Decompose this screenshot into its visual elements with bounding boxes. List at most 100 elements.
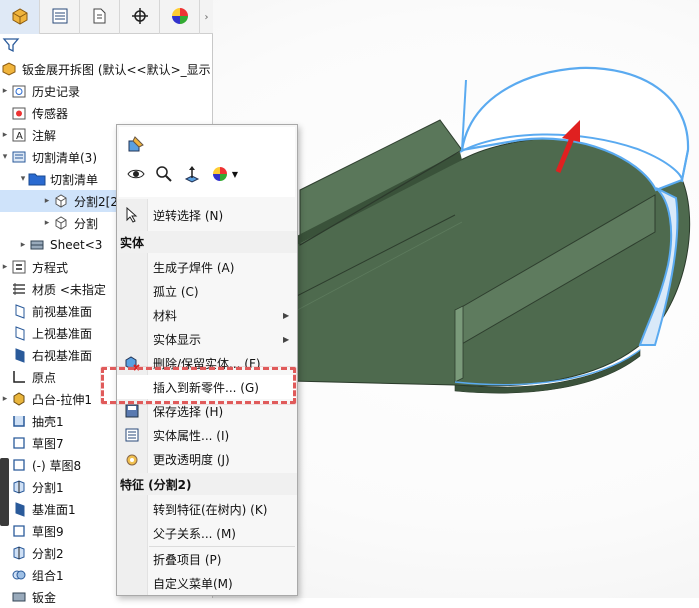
annotation-icon: A (10, 126, 28, 144)
plane-icon (10, 500, 28, 518)
part-icon (0, 60, 18, 78)
menu-item-create-sub-weldment[interactable]: 生成子焊件 (A) (117, 255, 297, 279)
sensor-icon (10, 104, 28, 122)
feature-manager-tab[interactable] (0, 0, 40, 34)
dimxpert-manager-tab[interactable] (120, 0, 160, 34)
menu-item-invert-selection[interactable]: 逆转选择 (N) (117, 203, 297, 227)
tree-item-history[interactable]: ▸ 历史记录 (0, 80, 213, 102)
split-icon (10, 544, 28, 562)
color-pie-icon (171, 7, 189, 28)
submenu-arrow-icon: ▶ (283, 310, 290, 320)
tabs-overflow-icon[interactable]: › (200, 0, 213, 34)
sketch-icon (10, 434, 28, 452)
configuration-manager-tab[interactable] (80, 0, 120, 34)
context-toolbar: ▼ (119, 127, 295, 197)
tree-root-label: 钣金展开拆图 (默认<<默认>_显示 (22, 62, 211, 77)
sheetmetal-icon (10, 588, 28, 606)
edit-appearance-icon[interactable] (125, 133, 147, 155)
tree-item-label: 注解 (32, 128, 57, 143)
feature-tree-icon (11, 7, 29, 28)
appearance-palette-icon[interactable] (209, 163, 231, 185)
tree-item-label: 原点 (32, 370, 57, 385)
display-manager-tab[interactable] (160, 0, 200, 34)
menu-item-change-transparency[interactable]: 更改透明度 (J) (117, 447, 297, 471)
shell-icon (10, 412, 28, 430)
configuration-icon (91, 7, 109, 28)
menu-item-label: 材料 (153, 308, 178, 323)
eye-icon[interactable] (125, 163, 147, 185)
menu-item-parent-child[interactable]: 父子关系... (M) (117, 521, 297, 545)
menu-section-body: 实体 (117, 231, 297, 253)
tree-item-label: 凸台-拉伸1 (32, 392, 92, 407)
zoom-to-selection-icon[interactable] (153, 163, 175, 185)
normal-to-icon[interactable] (181, 163, 203, 185)
filter-icon[interactable] (2, 36, 22, 56)
expand-icon[interactable]: ▸ (18, 240, 28, 250)
tree-item-label: 草图7 (32, 436, 64, 451)
tree-item-label: 材质 <未指定 (32, 282, 106, 297)
property-manager-tab[interactable] (40, 0, 80, 34)
submenu-arrow-icon: ▶ (283, 334, 290, 344)
menu-item-label: 父子关系... (M) (153, 526, 236, 541)
menu-item-material[interactable]: 材料 ▶ (117, 303, 297, 327)
folder-icon (28, 170, 46, 188)
tree-item-label: 分割2 (32, 546, 64, 561)
tree-item-label: 组合1 (32, 568, 64, 583)
tree-item-label: 右视基准面 (32, 348, 93, 363)
equation-icon (10, 258, 28, 276)
menu-item-label: 逆转选择 (N) (153, 208, 224, 223)
tree-item-label: 钣金 (32, 590, 57, 605)
tree-item-label: 传感器 (32, 106, 69, 121)
menu-item-label: 自定义菜单(M) (153, 576, 233, 591)
cursor-arrow-icon (117, 203, 147, 227)
expand-icon[interactable]: ▸ (0, 394, 10, 404)
menu-item-body-display[interactable]: 实体显示 ▶ (117, 327, 297, 351)
tree-item-label: Sheet<3 (50, 238, 103, 252)
history-icon (10, 82, 28, 100)
split-icon (10, 478, 28, 496)
svg-text:A: A (16, 131, 23, 142)
expand-icon[interactable]: ▸ (42, 218, 52, 228)
menu-item-label: 更改透明度 (J) (153, 452, 230, 467)
tree-item-label: 分割1 (32, 480, 64, 495)
menu-item-label: 折叠项目 (P) (153, 552, 222, 567)
menu-item-label: 实体显示 (153, 332, 202, 347)
plane-icon (10, 324, 28, 342)
tree-item-label: 草图9 (32, 524, 64, 539)
menu-item-label: 保存选择 (H) (153, 404, 224, 419)
combine-icon (10, 566, 28, 584)
collapse-icon[interactable]: ▾ (0, 152, 10, 162)
tree-item-label: 抽壳1 (32, 414, 64, 429)
tree-item-label: 历史记录 (32, 84, 81, 99)
context-menu: ▼ 逆转选择 (N) 实体 生成子焊件 (A) 孤立 (C) 材料 ▶ 实体显示… (116, 124, 298, 596)
collapsed-toolbar-handle[interactable] (0, 458, 9, 526)
menu-item-label: 转到特征(在树内) (K) (153, 502, 268, 517)
menu-item-customize-menu[interactable]: 自定义菜单(M) (117, 571, 297, 595)
tree-item-label: 切割清单(3) (32, 150, 97, 165)
sketch-icon (10, 522, 28, 540)
menu-item-isolate[interactable]: 孤立 (C) (117, 279, 297, 303)
menu-item-go-to-feature[interactable]: 转到特征(在树内) (K) (117, 497, 297, 521)
tree-item-sensors[interactable]: 传感器 (0, 102, 213, 124)
properties-icon (117, 423, 147, 447)
collapse-icon[interactable]: ▾ (18, 174, 28, 184)
expand-icon[interactable]: ▸ (0, 130, 10, 140)
origin-icon (10, 368, 28, 386)
sketch-icon (10, 456, 28, 474)
menu-item-body-properties[interactable]: 实体属性... (I) (117, 423, 297, 447)
plane-icon (10, 346, 28, 364)
menu-item-label: 实体属性... (I) (153, 428, 230, 443)
expand-icon[interactable]: ▸ (42, 196, 52, 206)
tree-root[interactable]: 钣金展开拆图 (默认<<默认>_显示 (0, 58, 213, 80)
cutlist-icon (10, 148, 28, 166)
expand-icon[interactable]: ▸ (0, 86, 10, 96)
property-list-icon (51, 7, 69, 28)
dropdown-caret-icon[interactable]: ▼ (229, 163, 241, 185)
body-icon (52, 214, 70, 232)
tree-item-label: 前视基准面 (32, 304, 93, 319)
crosshair-icon (131, 7, 149, 28)
menu-item-label: 生成子焊件 (A) (153, 260, 235, 275)
expand-icon[interactable]: ▸ (0, 262, 10, 272)
tree-item-label: 分割 (74, 216, 99, 231)
menu-item-collapse-items[interactable]: 折叠项目 (P) (117, 547, 297, 571)
